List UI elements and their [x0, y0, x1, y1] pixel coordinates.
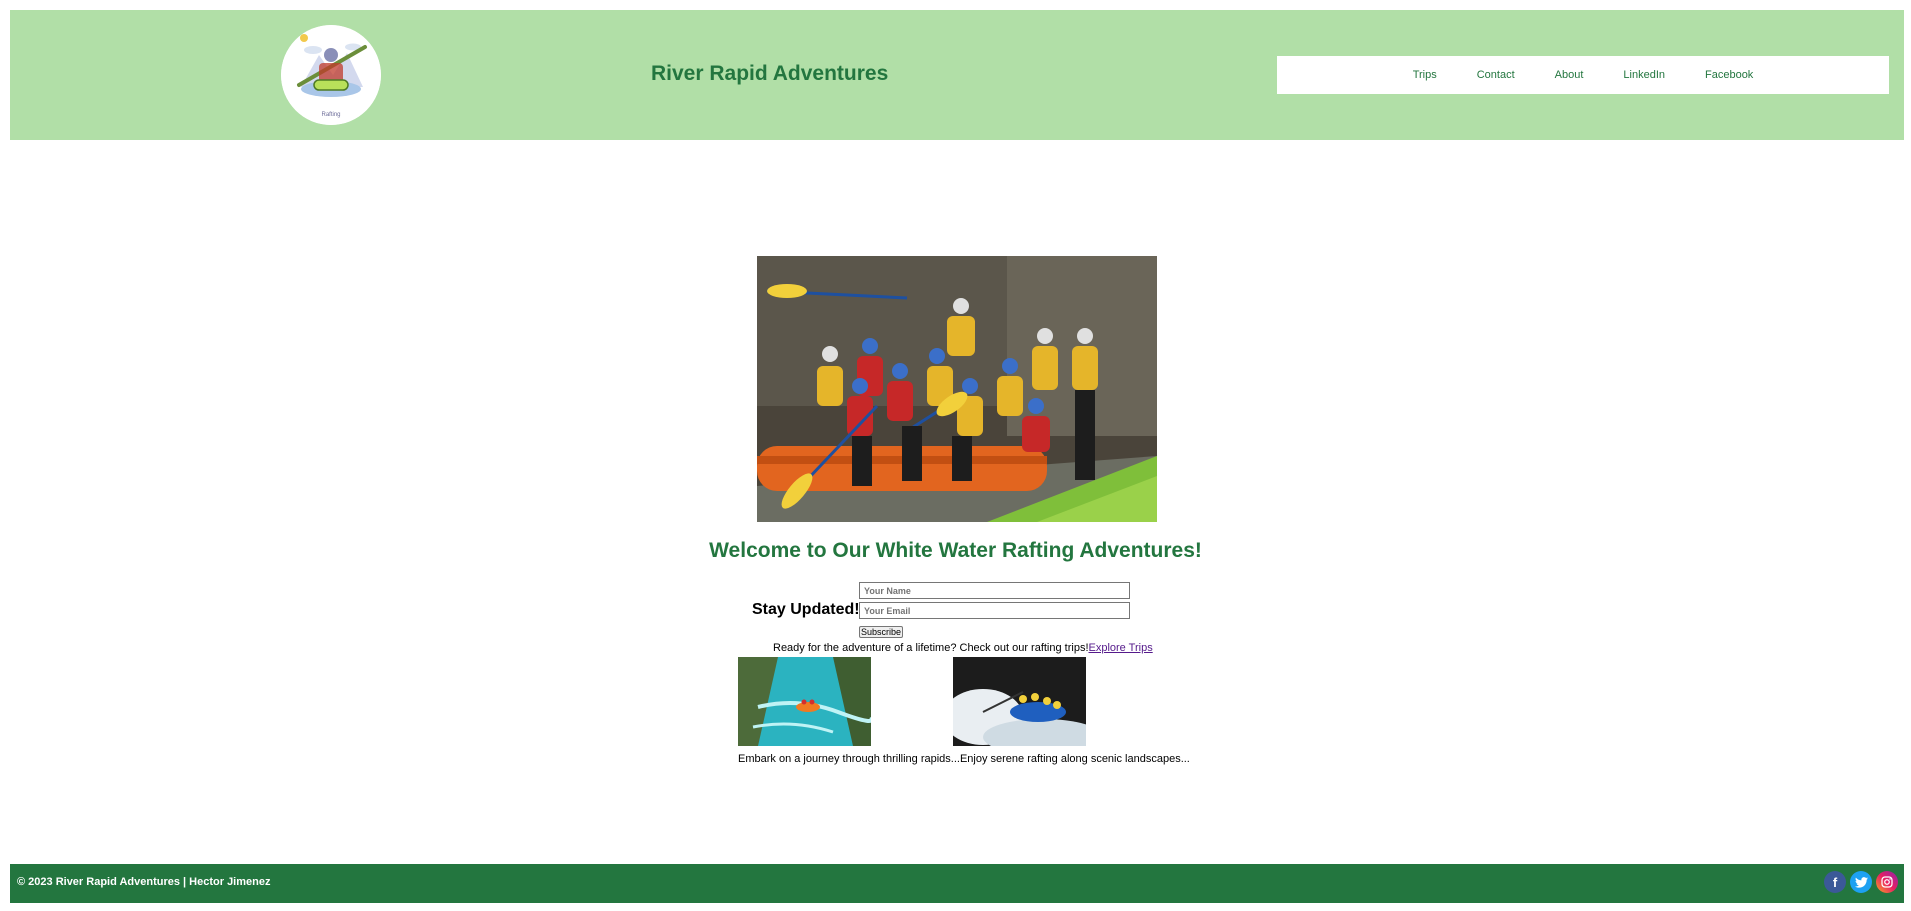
card-image-scenic[interactable] — [953, 657, 1086, 746]
hero-image — [757, 256, 1157, 522]
card-image-rapids[interactable] — [738, 657, 871, 746]
social-links: f — [1824, 871, 1898, 893]
email-input[interactable] — [859, 602, 1130, 619]
explore-trips-link[interactable]: Explore Trips — [1089, 642, 1153, 654]
card-caption-rapids: Embark on a journey through thrilling ra… — [738, 753, 960, 765]
name-input[interactable] — [859, 582, 1130, 599]
twitter-icon[interactable] — [1850, 871, 1872, 893]
nav-about[interactable]: About — [1555, 69, 1584, 81]
site-footer: © 2023 River Rapid Adventures | Hector J… — [10, 864, 1904, 903]
nav-linkedin[interactable]: LinkedIn — [1623, 69, 1665, 81]
site-header: Rafting River Rapid Adventures Trips Con… — [10, 10, 1904, 140]
card-captions: Embark on a journey through thrilling ra… — [738, 753, 1190, 765]
rafting-logo-icon: Rafting — [281, 25, 381, 125]
nav-trips[interactable]: Trips — [1413, 69, 1437, 81]
nav-contact[interactable]: Contact — [1477, 69, 1515, 81]
copyright-text: © 2023 River Rapid Adventures | Hector J… — [17, 876, 271, 888]
instagram-icon[interactable] — [1876, 871, 1898, 893]
logo-caption: Rafting — [321, 112, 340, 118]
facebook-icon[interactable]: f — [1824, 871, 1846, 893]
stay-updated-label: Stay Updated! — [752, 601, 860, 618]
welcome-heading: Welcome to Our White Water Rafting Adven… — [709, 539, 1202, 562]
logo[interactable]: Rafting — [281, 25, 381, 125]
subscribe-button[interactable]: Subscribe — [859, 626, 904, 638]
site-title: River Rapid Adventures — [651, 62, 889, 85]
cta-text: Ready for the adventure of a lifetime? C… — [773, 642, 1089, 654]
main-nav: Trips Contact About LinkedIn Facebook — [1277, 56, 1889, 94]
card-caption-scenic: Enjoy serene rafting along scenic landsc… — [959, 753, 1190, 765]
nav-facebook[interactable]: Facebook — [1705, 69, 1753, 81]
cta-line: Ready for the adventure of a lifetime? C… — [773, 642, 1153, 654]
